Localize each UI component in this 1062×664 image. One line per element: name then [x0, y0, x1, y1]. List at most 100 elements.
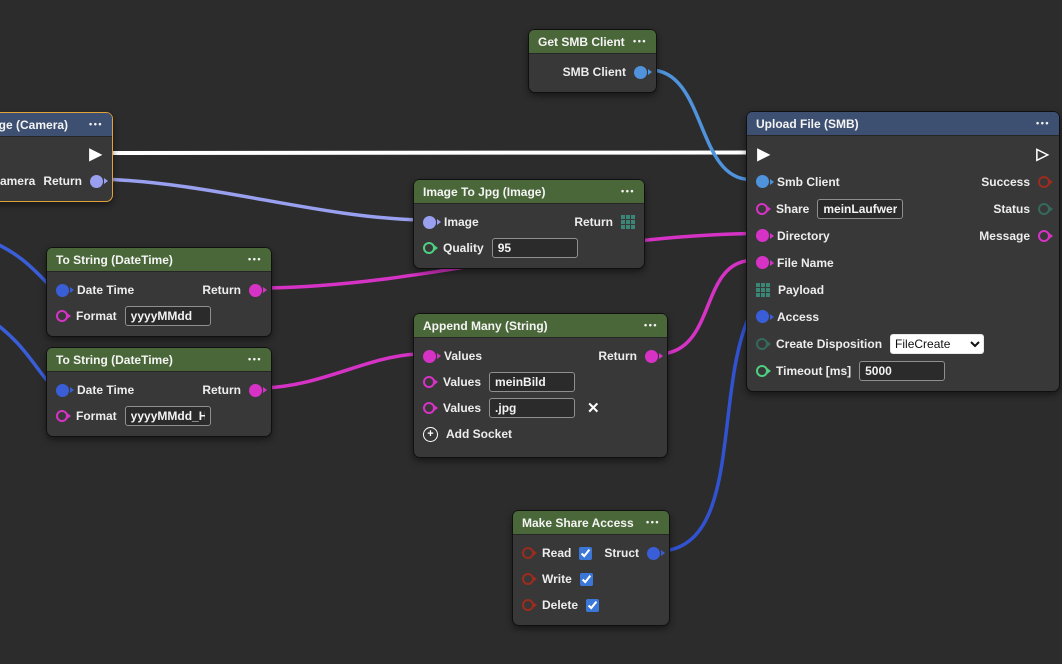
port-smb-client-in[interactable]: [756, 175, 769, 188]
quality-input[interactable]: [492, 238, 578, 258]
node-menu-icon[interactable]: •••: [646, 518, 660, 527]
port-status-out[interactable]: [1038, 203, 1050, 215]
node-header[interactable]: To String (DateTime) •••: [47, 248, 271, 272]
node-get-smb-client[interactable]: Get SMB Client ••• SMB Client: [528, 29, 657, 93]
io-row: Directory Message: [747, 222, 1059, 249]
input-row: Values: [414, 369, 667, 395]
node-header[interactable]: Image (Camera) •••: [0, 113, 112, 137]
port-format-in[interactable]: [56, 410, 68, 422]
port-directory-in[interactable]: [756, 229, 769, 242]
port-values-2-in[interactable]: [423, 376, 435, 388]
port-return-out[interactable]: [645, 350, 658, 363]
node-title: Image To Jpg (Image): [423, 186, 545, 198]
io-row: Date Time Return: [47, 277, 271, 303]
wire-ts2-return-to-values[interactable]: [264, 354, 416, 388]
port-values-1-in[interactable]: [423, 350, 436, 363]
node-menu-icon[interactable]: •••: [633, 37, 647, 46]
values-2-input[interactable]: [489, 372, 575, 392]
add-socket-icon[interactable]: +: [423, 427, 438, 442]
exec-in-pin[interactable]: ▶: [756, 147, 771, 163]
node-menu-icon[interactable]: •••: [621, 187, 635, 196]
remove-socket-icon[interactable]: ✕: [587, 401, 600, 416]
wire-append-return-to-filename[interactable]: [662, 261, 750, 355]
node-header[interactable]: Upload File (SMB) •••: [747, 112, 1059, 136]
values-3-input[interactable]: [489, 398, 575, 418]
share-input[interactable]: [817, 199, 903, 219]
node-menu-icon[interactable]: •••: [644, 321, 658, 330]
format-input[interactable]: [125, 406, 211, 426]
node-menu-icon[interactable]: •••: [1036, 119, 1050, 128]
port-date-time-in[interactable]: [56, 384, 69, 397]
delete-checkbox[interactable]: [586, 599, 599, 612]
create-disposition-select[interactable]: FileCreate: [890, 334, 984, 354]
node-to-string-datetime-2[interactable]: To String (DateTime) ••• Date Time Retur…: [46, 347, 272, 437]
input-label: Smb Client: [777, 176, 840, 188]
struct-grid-port-return[interactable]: [621, 215, 635, 229]
wire-exec[interactable]: [104, 153, 750, 154]
node-append-many-string[interactable]: Append Many (String) ••• Values Return V…: [413, 313, 668, 458]
port-smb-client-out[interactable]: [634, 66, 647, 79]
wire-datetime-in-1[interactable]: [0, 240, 52, 288]
node-menu-icon[interactable]: •••: [89, 120, 103, 129]
port-quality-in[interactable]: [423, 242, 435, 254]
port-file-name-in[interactable]: [756, 256, 769, 269]
port-return-out[interactable]: [249, 384, 262, 397]
port-camera-return-out[interactable]: [90, 175, 103, 188]
input-label: Directory: [777, 230, 830, 242]
input-label: Read: [542, 547, 571, 559]
input-label: Values: [443, 402, 481, 414]
port-access-in[interactable]: [756, 310, 769, 323]
node-menu-icon[interactable]: •••: [248, 355, 262, 364]
timeout-input[interactable]: [859, 361, 945, 381]
node-header[interactable]: Append Many (String) •••: [414, 314, 667, 338]
struct-grid-port-payload[interactable]: [756, 283, 770, 297]
port-share-in[interactable]: [756, 203, 768, 215]
read-checkbox[interactable]: [579, 547, 592, 560]
node-header[interactable]: Make Share Access •••: [513, 511, 669, 535]
write-checkbox[interactable]: [580, 573, 593, 586]
port-return-out[interactable]: [249, 284, 262, 297]
input-row: File Name: [747, 249, 1059, 276]
wire-camera-return-to-image[interactable]: [102, 179, 420, 220]
wire-smbclient-to-upload[interactable]: [650, 70, 750, 180]
input-row: Quality: [414, 235, 644, 261]
input-label: Write: [542, 573, 572, 585]
input-row: Format: [47, 403, 271, 429]
port-date-time-in[interactable]: [56, 284, 69, 297]
port-success-out[interactable]: [1038, 176, 1050, 188]
port-timeout-in[interactable]: [756, 365, 768, 377]
port-format-in[interactable]: [56, 310, 68, 322]
node-title: To String (DateTime): [56, 354, 173, 366]
port-delete-in[interactable]: [522, 599, 534, 611]
node-image-to-jpg[interactable]: Image To Jpg (Image) ••• Image Return Qu…: [413, 179, 645, 269]
wire-jpg-return-to-payload[interactable]: [640, 220, 750, 288]
node-title: To String (DateTime): [56, 254, 173, 266]
format-input[interactable]: [125, 306, 211, 326]
input-label: Date Time: [77, 284, 134, 296]
input-label: Format: [76, 410, 117, 422]
port-image-in[interactable]: [423, 216, 436, 229]
exec-out-pin[interactable]: ▶: [88, 147, 103, 163]
node-graph-canvas[interactable]: Get SMB Client ••• SMB Client Image (Cam…: [0, 0, 1062, 664]
node-header[interactable]: Image To Jpg (Image) •••: [414, 180, 644, 204]
add-socket-row[interactable]: + Add Socket: [414, 421, 667, 447]
node-header[interactable]: To String (DateTime) •••: [47, 348, 271, 372]
node-make-share-access[interactable]: Make Share Access ••• Read Struct Write: [512, 510, 670, 626]
node-header[interactable]: Get SMB Client •••: [529, 30, 656, 54]
port-struct-out[interactable]: [647, 547, 660, 560]
port-create-disposition-in[interactable]: [756, 338, 768, 350]
exec-out-pin[interactable]: ▷: [1035, 147, 1050, 163]
io-row: Share Status: [747, 195, 1059, 222]
node-upload-file-smb[interactable]: Upload File (SMB) ••• ▶ ▷ Smb Client Suc…: [746, 111, 1060, 392]
node-to-string-datetime-1[interactable]: To String (DateTime) ••• Date Time Retur…: [46, 247, 272, 337]
port-write-in[interactable]: [522, 573, 534, 585]
add-socket-label[interactable]: Add Socket: [446, 428, 512, 440]
port-values-3-in[interactable]: [423, 402, 435, 414]
wire-datetime-in-2[interactable]: [0, 318, 52, 386]
input-label: Values: [444, 350, 482, 362]
io-row: Smb Client Success: [747, 168, 1059, 195]
port-read-in[interactable]: [522, 547, 534, 559]
node-menu-icon[interactable]: •••: [248, 255, 262, 264]
node-image-camera[interactable]: Image (Camera) ••• ▶ Camera Return: [0, 112, 113, 202]
port-message-out[interactable]: [1038, 230, 1050, 242]
